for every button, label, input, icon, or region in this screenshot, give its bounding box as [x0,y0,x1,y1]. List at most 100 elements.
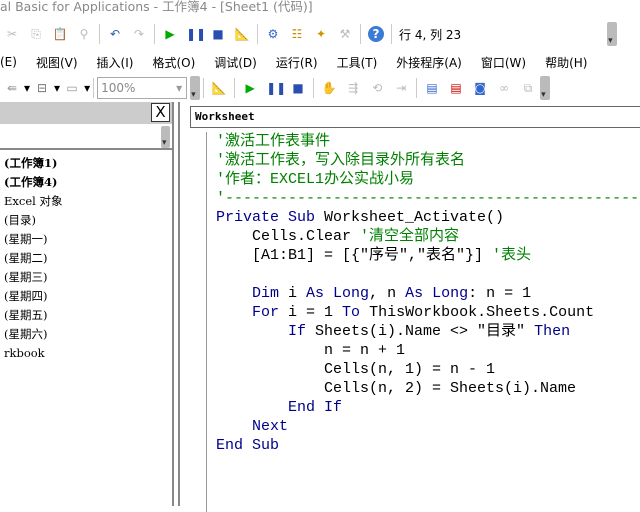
code-keyword: As Long [306,285,370,302]
run-icon[interactable]: ▶ [242,80,258,96]
code-comment: '表头 [492,247,532,264]
project-explorer-header: X [0,102,172,124]
project-explorer-icon[interactable]: ⚙ [265,26,281,42]
code-line: [A1:B1] = [{"序号","表名"}] '表头 [216,246,640,265]
locals-window-icon[interactable]: ▤ [424,80,440,96]
redo-icon[interactable]: ↷ [131,26,147,42]
code-text: , n [369,285,406,302]
code-line: Dim i As Long, n As Long: n = 1 [216,284,640,303]
run-icon[interactable]: ▶ [162,26,178,42]
code-text: Cells(n, 2) = Sheets(i).Name [216,380,577,397]
code-keyword: End If [288,399,343,416]
watch-window-icon[interactable]: ◙ [472,80,488,96]
code-text: Cells(n, 1) = n - 1 [216,361,496,378]
code-text: n = n + 1 [216,342,406,359]
menu-edit[interactable]: (E) [0,55,17,69]
tree-item[interactable]: (星期二) [0,249,172,268]
tree-item[interactable]: Excel 对象 [0,192,172,211]
tree-item[interactable]: (星期一) [0,230,172,249]
code-keyword: Next [252,418,289,435]
menu-addins[interactable]: 外接程序(A) [396,54,462,71]
tree-item[interactable]: (星期五) [0,306,172,325]
code-line: End If [216,398,640,417]
code-keyword: End Sub [216,437,280,454]
tree-item[interactable]: (星期三) [0,268,172,287]
tree-item[interactable]: (星期六) [0,325,172,344]
code-line: If Sheets(i).Name <> "目录" Then [216,322,640,341]
code-line: Cells.Clear '清空全部内容 [216,227,640,246]
pause-icon[interactable]: ❚❚ [186,26,206,42]
code-text: Cells.Clear [216,228,361,245]
toolbox-icon[interactable]: ⚒ [337,26,353,42]
code-editor[interactable]: '激活工作表事件 '激活工作表，写入除目录外所有表名 '作者：EXCEL1办公实战小… [216,132,640,455]
code-text: : n = 1 [468,285,532,302]
menu-view[interactable]: 视图(V) [36,54,78,71]
code-text: Worksheet_Activate() [315,209,505,226]
close-button[interactable]: X [151,103,170,122]
code-text: i [279,285,307,302]
quick-watch-icon[interactable]: ∞ [496,80,512,96]
project-toolbar [0,124,172,150]
step-over-icon[interactable]: ⟲ [369,80,385,96]
code-line: End Sub [216,436,640,455]
menu-tools[interactable]: 工具(T) [337,54,378,71]
code-line: Cells(n, 2) = Sheets(i).Name [216,379,640,398]
toggle-breakpoint-icon[interactable]: ✋ [321,80,337,96]
object-select[interactable]: Worksheet [190,106,640,128]
code-keyword: As Long [405,285,469,302]
tree-item[interactable]: (工作簿4) [0,173,172,192]
tree-item[interactable]: (星期四) [0,287,172,306]
code-text: ThisWorkbook.Sheets.Count [360,304,595,321]
design-mode-icon[interactable]: 📐 [211,80,227,96]
code-line: '激活工作表，写入除目录外所有表名 [216,151,640,170]
project-explorer: X (工作簿1)(工作簿4)Excel 对象 (目录) (星期一) (星期二) … [0,102,174,506]
toolbar-options[interactable] [190,76,201,100]
code-window: Worksheet '激活工作表事件 '激活工作表，写入除目录外所有表名 '作者：E… [178,102,640,512]
copy-icon[interactable]: ⎘ [28,26,44,42]
step-out-icon[interactable]: ⇥ [393,80,409,96]
menu-format[interactable]: 格式(O) [152,54,195,71]
menu-window[interactable]: 窗口(W) [481,54,526,71]
code-comment: '清空全部内容 [360,228,460,245]
tree-item[interactable]: (工作簿1) [0,154,172,173]
undo-icon[interactable]: ↶ [107,26,123,42]
menu-insert[interactable]: 插入(I) [97,54,134,71]
toolbar-options[interactable] [607,22,618,46]
code-line: Cells(n, 1) = n - 1 [216,360,640,379]
design-mode-icon[interactable]: 📐 [234,26,250,42]
immediate-window-icon[interactable]: ▤ [448,80,464,96]
menu-help[interactable]: 帮助(H) [545,54,587,71]
code-line: '激活工作表事件 [216,132,640,151]
stop-icon[interactable]: ■ [210,26,226,42]
size-icon[interactable]: ▭ [64,80,80,96]
find-icon[interactable]: ⚲ [76,26,92,42]
tree-item[interactable]: rkbook [0,344,172,363]
zoom-select[interactable]: 100% [97,77,188,99]
code-text: [A1:B1] = [{"序号","表名"}] [216,247,493,264]
step-into-icon[interactable]: ⇶ [345,80,361,96]
pause-icon[interactable]: ❚❚ [266,80,286,96]
help-icon[interactable]: ? [368,26,384,42]
object-browser-icon[interactable]: ✦ [313,26,329,42]
code-line: Next [216,417,640,436]
paste-icon[interactable]: 📋 [52,26,68,42]
tree-item[interactable]: (目录) [0,211,172,230]
properties-icon[interactable]: ☷ [289,26,305,42]
align-icon[interactable]: ⇚ [4,80,20,96]
menu-run[interactable]: 运行(R) [276,54,318,71]
stop-icon[interactable]: ■ [290,80,306,96]
code-text: i = 1 [279,304,343,321]
center-icon[interactable]: ⊟ [34,80,50,96]
code-keyword: Then [534,323,571,340]
toolbar-options[interactable] [540,76,551,100]
toolbar-options[interactable] [161,126,170,148]
code-line: Private Sub Worksheet_Activate() [216,208,640,227]
cut-icon[interactable]: ✂ [4,26,20,42]
code-line: '---------------------------------------… [216,189,640,208]
menu-debug[interactable]: 调试(D) [214,54,257,71]
call-stack-icon[interactable]: ⧉ [520,80,536,96]
